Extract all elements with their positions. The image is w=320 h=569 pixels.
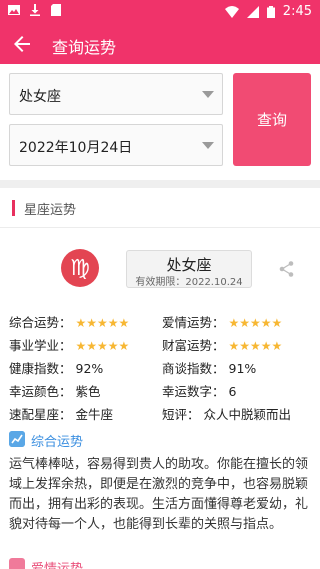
- overall-fortune-text: 运气棒棒哒，容易得到贵人的助攻。你能在擅长的领域上发挥余热，即便是在激烈的竞争中…: [9, 457, 309, 532]
- heart-icon: [9, 558, 25, 569]
- health-index-row: 健康指数： 92%: [9, 358, 103, 377]
- download-icon: [30, 4, 40, 16]
- date-select-value: 2022年10月24日: [19, 140, 133, 156]
- star-empty-icon: ★: [118, 339, 130, 353]
- row-value: 91%: [228, 361, 257, 376]
- star-rating: ★★★★: [75, 316, 119, 330]
- lucky-number-row: 幸运数字： 6: [162, 381, 236, 400]
- love-fortune-title: 爱情运势: [31, 558, 83, 569]
- negotiation-index-row: 商谈指数： 91%: [162, 358, 256, 377]
- row-value: 92%: [75, 361, 104, 376]
- row-label: 短评：: [162, 407, 200, 422]
- overall-fortune-row: 综合运势： ★★★★★: [9, 312, 129, 331]
- signal-icon: [246, 5, 259, 18]
- lucky-color-row: 幸运颜色： 紫色: [9, 381, 101, 400]
- query-button[interactable]: 查询: [233, 73, 311, 166]
- wealth-fortune-row: 财富运势： ★★★★★: [162, 335, 282, 354]
- status-time: 2:45: [282, 4, 312, 19]
- star-rating: ★★★★: [75, 339, 119, 353]
- divider: [0, 180, 320, 188]
- sign-select-value: 处女座: [19, 89, 61, 105]
- row-label: 幸运颜色：: [9, 384, 72, 399]
- dropdown-arrow-icon: [202, 142, 214, 149]
- sd-card-icon: [51, 4, 61, 16]
- row-label: 财富运势：: [162, 338, 225, 353]
- row-value: 紫色: [75, 384, 101, 399]
- love-fortune-row: 爱情运势： ★★★★★: [162, 312, 282, 331]
- section-accent-bar: [12, 200, 15, 216]
- section-title: 星座运势: [24, 203, 77, 218]
- chart-icon: [9, 431, 25, 447]
- share-icon[interactable]: [278, 260, 296, 278]
- row-label: 事业学业：: [9, 338, 72, 353]
- page-title: 查询运势: [52, 38, 117, 57]
- app-bar: 查询运势: [0, 24, 320, 64]
- dropdown-arrow-icon: [202, 91, 214, 98]
- sign-name-box: 处女座 有效期限：2022.10.24: [126, 250, 252, 288]
- sign-name: 处女座: [166, 256, 212, 274]
- short-comment-row: 短评： 众人中脱颖而出: [162, 404, 291, 423]
- star-empty-icon: ★: [271, 339, 283, 353]
- star-rating: ★★★★: [228, 339, 272, 353]
- wifi-icon: [224, 5, 239, 18]
- sign-select[interactable]: 处女座: [9, 73, 223, 115]
- row-value: 金牛座: [75, 407, 114, 422]
- query-form: 处女座 2022年10月24日 查询: [0, 64, 320, 180]
- overall-fortune-title: 综合运势: [31, 435, 84, 450]
- row-label: 商谈指数：: [162, 361, 225, 376]
- row-label: 速配星座：: [9, 407, 72, 422]
- row-value: 6: [228, 384, 237, 399]
- battery-icon: [266, 5, 275, 18]
- row-value: 众人中脱颖而出: [203, 407, 292, 422]
- row-label: 幸运数字：: [162, 384, 225, 399]
- row-label: 爱情运势：: [162, 315, 225, 330]
- row-label: 健康指数：: [9, 361, 72, 376]
- career-fortune-row: 事业学业： ★★★★★: [9, 335, 129, 354]
- back-arrow-icon[interactable]: [10, 32, 34, 56]
- star-empty-icon: ★: [118, 316, 130, 330]
- match-sign-row: 速配星座： 金牛座: [9, 404, 113, 423]
- section-header: 星座运势: [0, 188, 320, 228]
- star-rating: ★★★★★: [228, 316, 283, 330]
- valid-date: 有效期限：2022.10.24: [135, 277, 243, 288]
- row-label: 综合运势：: [9, 315, 72, 330]
- virgo-sign-icon: ♍: [61, 249, 99, 287]
- image-icon: [8, 5, 20, 15]
- date-select[interactable]: 2022年10月24日: [9, 124, 223, 166]
- status-bar: 2:45: [0, 0, 320, 24]
